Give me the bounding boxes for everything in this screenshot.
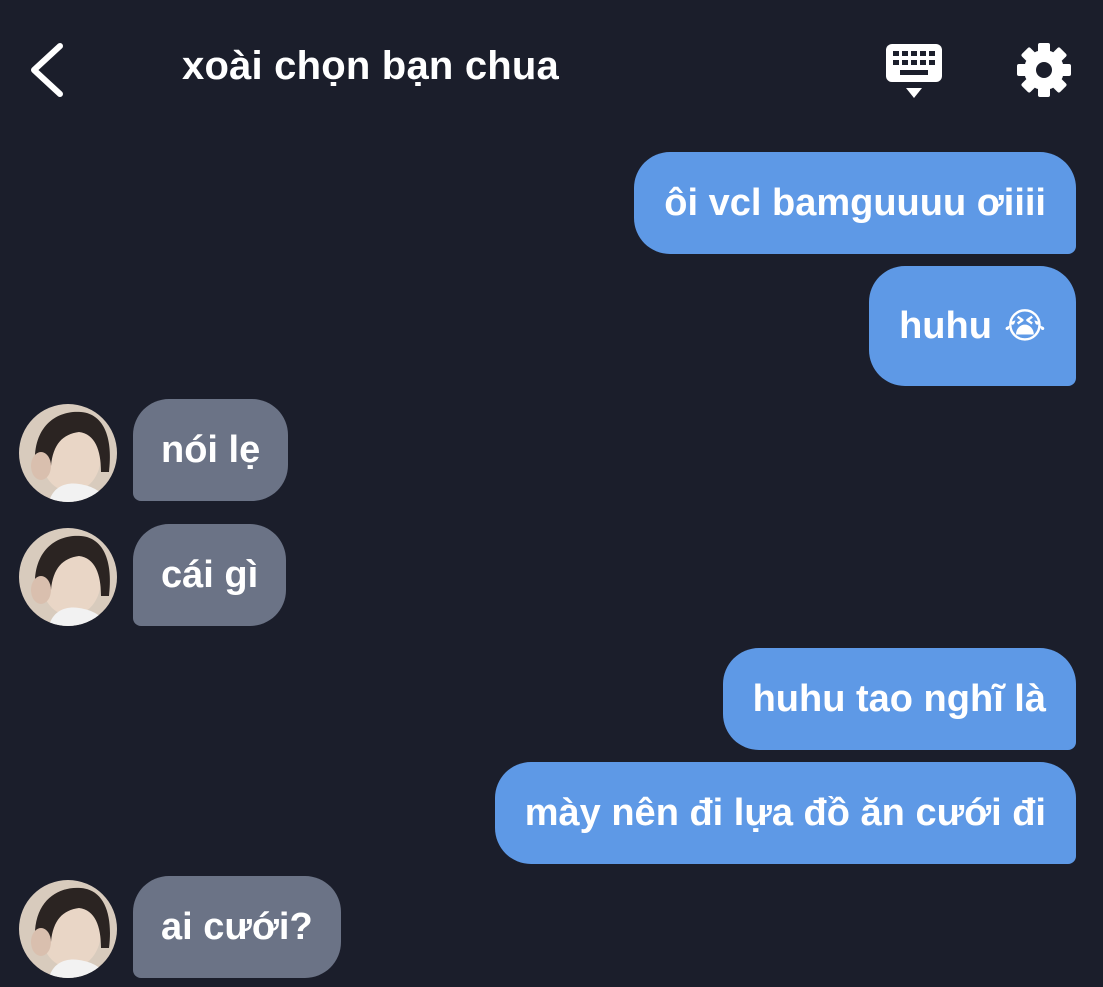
message-text: huhu (899, 304, 992, 347)
message-text: cái gì (161, 553, 259, 596)
message-text: ôi vcl bamguuuu ơiiii (664, 181, 1046, 224)
avatar[interactable] (19, 528, 117, 626)
message-text: mày nên đi lựa đồ ăn cưới đi (524, 791, 1046, 834)
incoming-message-bubble[interactable]: nói lẹ (133, 399, 289, 501)
crying-face-emoji: 😭 (1003, 305, 1046, 346)
message-text: nói lẹ (161, 428, 261, 471)
keyboard-button[interactable] (884, 42, 944, 100)
avatar-photo (19, 528, 117, 626)
outgoing-message-bubble[interactable]: mày nên đi lựa đồ ăn cưới đi (494, 762, 1076, 864)
avatar-photo (19, 404, 117, 502)
outgoing-message-bubble[interactable]: huhu tao nghĩ là (722, 648, 1076, 750)
settings-button[interactable] (1014, 40, 1074, 100)
chevron-left-icon (31, 43, 63, 97)
chat-title: xoài chọn bạn chua (182, 44, 559, 88)
gear-icon (1017, 43, 1071, 97)
message-text: ai cưới? (161, 905, 313, 948)
avatar-photo (19, 880, 117, 978)
avatar[interactable] (19, 404, 117, 502)
message-text: huhu tao nghĩ là (752, 677, 1046, 720)
back-button[interactable] (22, 38, 74, 102)
outgoing-message-bubble[interactable]: ôi vcl bamguuuu ơiiii (634, 152, 1076, 254)
outgoing-message-bubble[interactable]: huhu 😭 (869, 266, 1076, 386)
avatar[interactable] (19, 880, 117, 978)
incoming-message-bubble[interactable]: ai cưới? (133, 876, 341, 978)
keyboard-icon (886, 44, 942, 98)
chat-header: xoài chọn bạn chua (0, 0, 1103, 140)
incoming-message-bubble[interactable]: cái gì (133, 524, 287, 626)
